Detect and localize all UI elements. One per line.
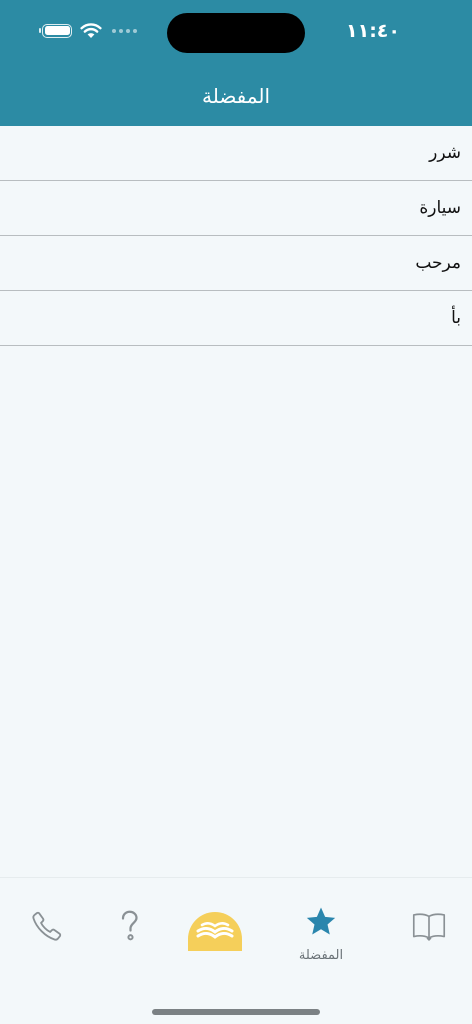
tab-favorites[interactable]: المفضلة — [274, 878, 368, 988]
open-book-dome-icon — [185, 906, 245, 954]
list-item[interactable]: مرحب — [0, 236, 472, 291]
app-header: ١١:٤٠ المفضلة — [0, 0, 472, 126]
tab-contact[interactable] — [0, 878, 94, 988]
list-item[interactable]: شرر — [0, 126, 472, 181]
status-time: ١١:٤٠ — [346, 20, 400, 42]
signal-dots-icon — [112, 28, 137, 33]
dynamic-island — [167, 13, 305, 53]
favorites-screen: ١١:٤٠ المفضلة شرر سيارة مرحب بأ المفضلة — [0, 0, 472, 1024]
list-item[interactable]: سيارة — [0, 181, 472, 236]
tab-bar: المفضلة — [0, 877, 472, 1024]
favorites-list: شرر سيارة مرحب بأ — [0, 126, 472, 346]
wifi-icon — [80, 23, 102, 38]
list-item-label: مرحب — [415, 253, 461, 273]
list-item-label: شرر — [429, 143, 461, 163]
home-indicator[interactable] — [152, 1009, 320, 1015]
page-title: المفضلة — [201, 84, 271, 108]
book-icon — [409, 906, 449, 946]
question-icon — [109, 906, 149, 946]
list-item-label: سيارة — [419, 198, 461, 218]
status-icons — [39, 22, 137, 39]
tab-dictionary[interactable] — [168, 878, 262, 988]
tab-label: المفضلة — [298, 948, 344, 963]
list-item-label: بأ — [451, 308, 461, 328]
list-item[interactable]: بأ — [0, 291, 472, 346]
battery-icon — [39, 23, 72, 38]
tab-book[interactable] — [382, 878, 472, 988]
star-icon — [301, 902, 341, 942]
tab-help[interactable] — [82, 878, 176, 988]
phone-icon — [27, 906, 67, 946]
